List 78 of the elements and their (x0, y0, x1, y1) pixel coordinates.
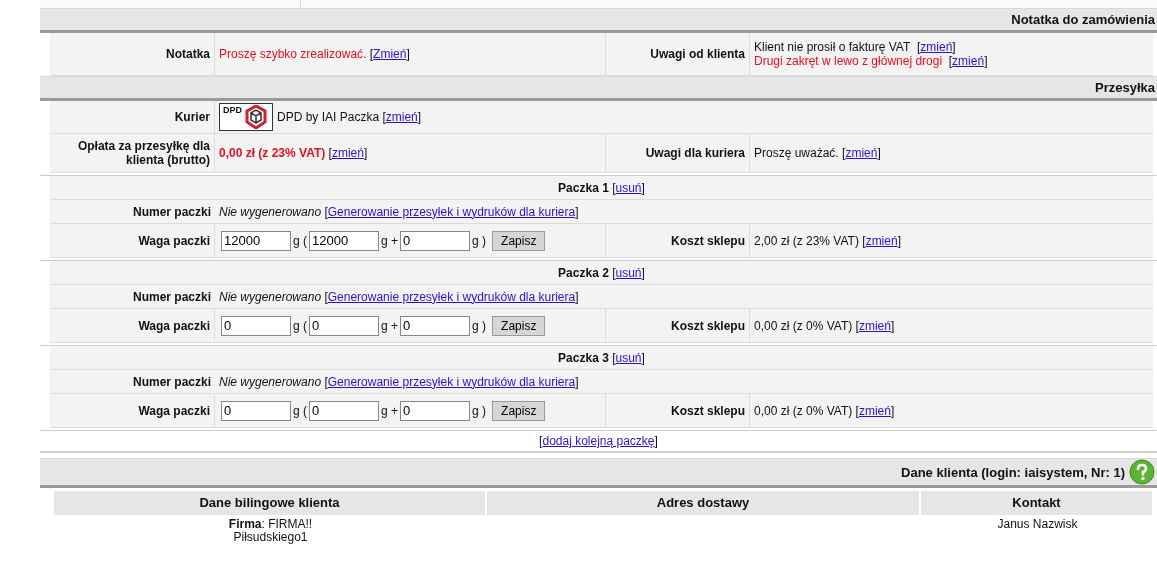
field-label: Waga paczki (50, 309, 215, 342)
remove-link[interactable]: [usuń] (612, 265, 645, 280)
cost-value: 2,00 zł (z 23% VAT) (754, 233, 859, 248)
unit-text: g ( (293, 318, 307, 333)
change-link[interactable]: [zmień] (916, 40, 956, 54)
input-field[interactable]: 0 (221, 400, 291, 421)
unit-text: g + (381, 233, 399, 248)
input-field[interactable]: 12000 (309, 230, 379, 251)
save-button[interactable]: Zapisz (492, 400, 546, 421)
unit-text: g ) (472, 403, 487, 418)
column-header: Kontakt (921, 491, 1154, 515)
fee-value: 0,00 zł (z 23% VAT) (219, 146, 326, 160)
change-link[interactable]: [zmień] (842, 146, 881, 160)
cost-value: 0,00 zł (z 0% VAT) (754, 403, 853, 418)
package-title: Paczka 3 (558, 350, 609, 365)
field-label: Koszt sklepu (605, 309, 750, 342)
input-field[interactable]: 0 (400, 400, 471, 421)
change-link[interactable]: [Zmień] (369, 47, 410, 61)
generate-link[interactable]: [Generowanie przesyłek i wydruków dla kuriera] (324, 374, 579, 389)
field-label: Opłata za przesyłkę dla klienta (brutto) (50, 134, 215, 172)
change-link[interactable]: [zmień] (328, 146, 368, 160)
save-button[interactable]: Zapisz (492, 230, 546, 251)
courier-name: DPD by IAI Paczka (277, 110, 380, 124)
unit-text: g ) (472, 233, 487, 248)
field-label: Waga paczki (50, 394, 215, 427)
remove-link[interactable]: [usuń] (612, 350, 645, 365)
billing-line: Piłsudskiego1 (232, 531, 309, 544)
input-field[interactable]: 0 (400, 315, 471, 336)
cost-value: 0,00 zł (z 0% VAT) (754, 318, 853, 333)
courier-logo: DPD (219, 103, 273, 131)
input-field[interactable]: 0 (309, 315, 379, 336)
section-title: Dane klienta (login: iaisystem, Nr: 1) (901, 464, 1125, 480)
remark-text: Klient nie prosił o fakturę VAT (754, 40, 911, 54)
change-link[interactable]: [zmień] (862, 233, 901, 248)
help-icon[interactable] (1129, 459, 1155, 485)
column-header: Adres dostawy (487, 491, 921, 515)
field-label: Uwagi dla kuriera (605, 134, 750, 172)
generate-link[interactable]: [Generowanie przesyłek i wydruków dla kuriera] (324, 289, 579, 304)
section-title: Notatka do zamówienia (1011, 12, 1155, 27)
package-title: Paczka 2 (558, 265, 609, 280)
change-link[interactable]: [zmień] (382, 110, 422, 124)
column-header: Dane bilingowe klienta (54, 491, 487, 515)
remove-link[interactable]: [usuń] (612, 180, 645, 195)
remark-text: Drugi zakręt w lewo z głównej drogi (754, 54, 943, 68)
package-number: Nie wygenerowano (219, 289, 322, 304)
package-number: Nie wygenerowano (219, 374, 322, 389)
note-text: Proszę szybko zrealizować. (219, 47, 367, 61)
change-link[interactable]: [zmień] (948, 54, 988, 68)
input-field[interactable]: 12000 (221, 230, 291, 251)
billing-line: Firma: FIRMA!! (227, 518, 314, 531)
field-label: Koszt sklepu (605, 394, 750, 427)
field-label: Notatka (50, 33, 215, 75)
section-title: Przesyłka (1095, 80, 1155, 95)
package-number: Nie wygenerowano (219, 204, 322, 219)
field-label: Waga paczki (50, 224, 215, 257)
field-label: Koszt sklepu (605, 224, 750, 257)
unit-text: g + (381, 403, 399, 418)
unit-text: g ) (472, 318, 487, 333)
add-package-link[interactable]: [dodaj kolejną paczkę] (539, 434, 658, 448)
field-label: Numer paczki (131, 373, 212, 391)
change-link[interactable]: [zmień] (855, 403, 895, 418)
unit-text: g ( (293, 233, 307, 248)
change-link[interactable]: [zmień] (855, 318, 895, 333)
field-label: Numer paczki (131, 203, 212, 221)
unit-text: g + (381, 318, 399, 333)
cube-icon (243, 105, 269, 129)
courier-notes: Proszę uważać. (754, 146, 839, 160)
input-field[interactable]: 0 (309, 400, 379, 421)
unit-text: g ( (293, 403, 307, 418)
input-field[interactable]: 0 (400, 230, 471, 251)
field-label: Numer paczki (131, 288, 212, 306)
contact-line: Janus Nazwisk (996, 518, 1079, 531)
package-title: Paczka 1 (558, 180, 609, 195)
input-field[interactable]: 0 (221, 315, 291, 336)
generate-link[interactable]: [Generowanie przesyłek i wydruków dla kuriera] (324, 204, 579, 219)
field-label: Kurier (50, 101, 215, 133)
save-button[interactable]: Zapisz (492, 315, 546, 336)
field-label: Uwagi od klienta (605, 33, 750, 75)
